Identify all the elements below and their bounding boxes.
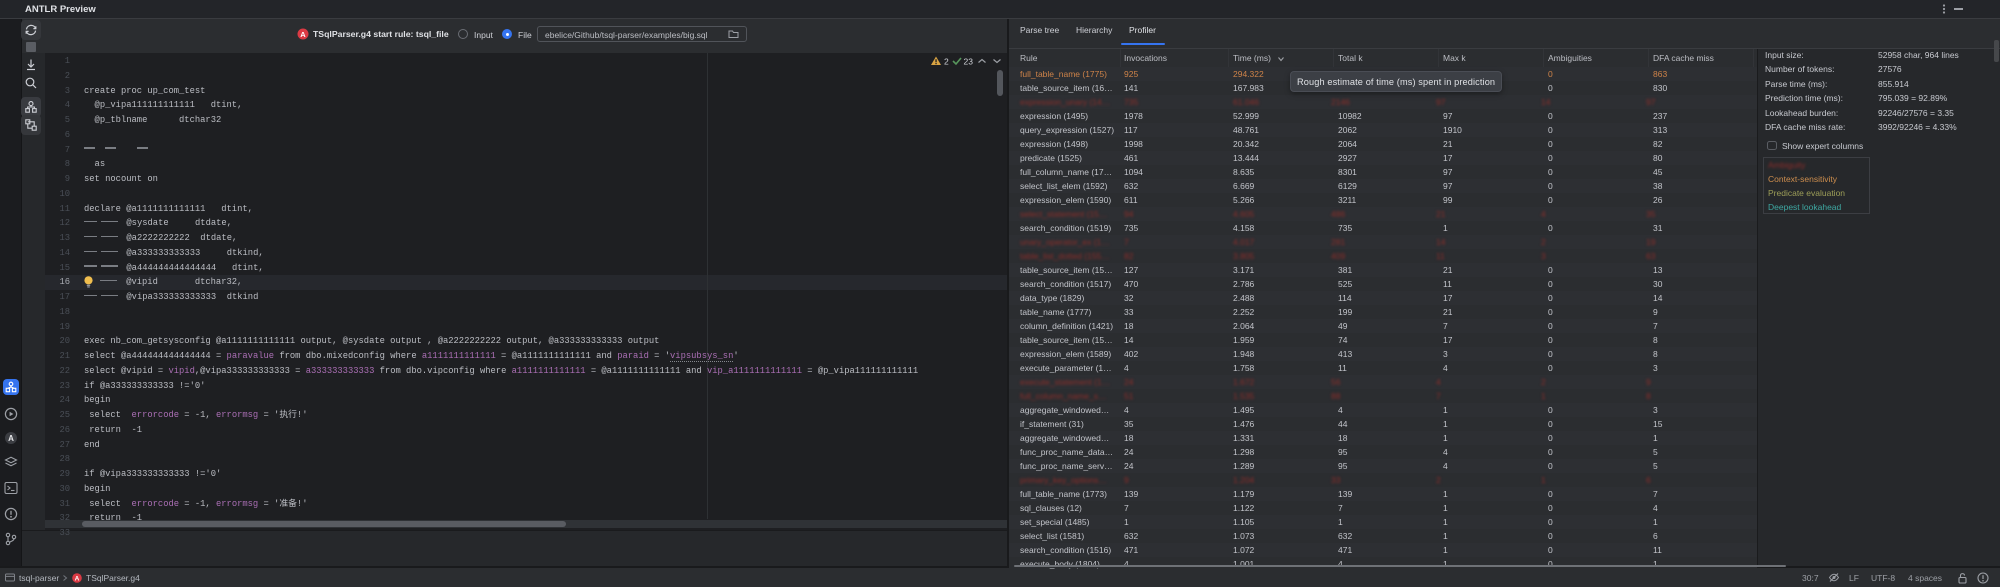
svg-text:2: 2 xyxy=(944,57,949,67)
svg-text:A: A xyxy=(75,575,80,582)
svg-text:23: 23 xyxy=(964,57,974,67)
svg-text:A: A xyxy=(300,30,306,39)
